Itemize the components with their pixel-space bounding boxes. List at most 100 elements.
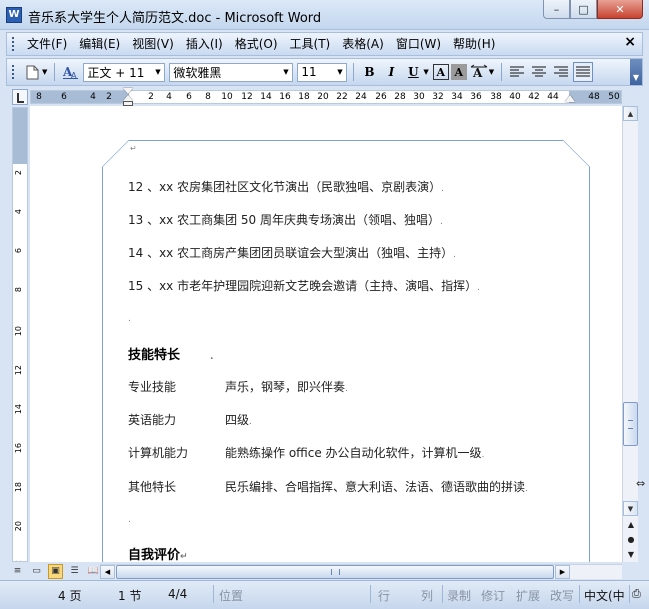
normal-view-icon[interactable]: ≡: [10, 564, 25, 579]
status-column: 列: [421, 589, 434, 603]
print-layout-icon[interactable]: ▣: [48, 563, 63, 579]
scaling-dropdown-arrow-icon[interactable]: ▼: [489, 68, 494, 76]
underline-button[interactable]: U: [403, 62, 423, 82]
ruler-tick-label: 6: [61, 92, 67, 102]
list-item-text: 14 、xx 农工商房产集团团员联谊会大型演出（独唱、主持）: [128, 246, 454, 260]
select-browse-object-icon[interactable]: ●: [625, 533, 637, 545]
horizontal-scroll-thumb[interactable]: [116, 565, 554, 579]
list-item-text: 13 、xx 农工商集团 50 周年庆典专场演出（领唱、独唱）: [128, 213, 441, 227]
paragraph-mark: .: [525, 484, 528, 494]
menu-insert[interactable]: 插入(I): [180, 33, 229, 55]
minimize-button[interactable]: –: [543, 0, 570, 19]
font-size-combo[interactable]: 11 ▼: [297, 62, 348, 82]
skill-row[interactable]: 计算机能力 能熟练操作 office 办公自动化软件，计算机一级.: [128, 444, 484, 461]
spelling-status-icon[interactable]: ⎙: [632, 587, 641, 601]
document-close-button[interactable]: ×: [624, 34, 636, 50]
status-language[interactable]: 中文(中: [584, 587, 625, 604]
new-dropdown-arrow-icon[interactable]: ▼: [42, 68, 47, 76]
empty-paragraph[interactable]: .: [128, 511, 131, 525]
next-page-icon[interactable]: ▼: [625, 548, 637, 560]
vertical-ruler[interactable]: 2 4 6 8 10 12 14 16 18 20 22: [12, 107, 28, 562]
status-section: 1 节: [118, 589, 142, 603]
chevron-down-icon[interactable]: ▼: [279, 64, 292, 81]
reading-layout-icon[interactable]: 📖: [86, 564, 101, 579]
italic-button[interactable]: I: [381, 62, 401, 82]
vertical-scrollbar[interactable]: ▲ ▼ ▲ ● ▼: [622, 106, 638, 562]
outline-view-icon[interactable]: ☰: [67, 564, 82, 579]
list-item[interactable]: 15 、xx 市老年护理园院迎新文艺晚会邀请（主持、演唱、指挥）.: [128, 277, 480, 294]
skills-heading[interactable]: 技能特长.: [128, 344, 213, 363]
menu-bar: 文件(F) 编辑(E) 视图(V) 插入(I) 格式(O) 工具(T) 表格(A…: [6, 32, 643, 56]
new-document-icon[interactable]: [22, 62, 42, 82]
status-page-count: 4/4: [168, 587, 188, 601]
right-indent-marker-icon[interactable]: [565, 95, 575, 102]
list-item[interactable]: 12 、xx 农房集团社区文化节演出（民歌独唱、京剧表演）.: [128, 178, 444, 195]
skill-row[interactable]: 专业技能 声乐，钢琴，即兴伴奏.: [128, 378, 348, 395]
ruler-tick-label: 8: [14, 287, 23, 293]
status-bar: 4 页 1 节 4/4 位置 行 列 录制 修订 扩展 改写 中文(中 ⎙: [0, 580, 649, 609]
previous-page-icon[interactable]: ▲: [625, 518, 637, 530]
toolbar-separator: [54, 63, 56, 81]
toolbar-options-icon[interactable]: ▼: [630, 59, 642, 85]
scroll-right-icon[interactable]: ▶: [555, 565, 570, 579]
styles-formatting-icon[interactable]: AA: [60, 62, 80, 82]
menu-edit[interactable]: 编辑(E): [73, 33, 126, 55]
status-record[interactable]: 录制: [447, 587, 471, 604]
skills-heading-text: 技能特长: [128, 348, 181, 363]
menu-file[interactable]: 文件(F): [21, 33, 73, 55]
empty-paragraph[interactable]: .: [128, 310, 131, 324]
word-doc-icon[interactable]: W: [6, 7, 22, 23]
status-track-changes[interactable]: 修订: [481, 587, 505, 604]
character-border-button[interactable]: A: [432, 64, 449, 80]
bold-button[interactable]: B: [359, 62, 379, 82]
document-canvas[interactable]: ↵ 12 、xx 农房集团社区文化节演出（民歌独唱、京剧表演）. 13 、xx …: [30, 106, 622, 562]
character-scaling-icon[interactable]: A: [469, 62, 489, 82]
horizontal-ruler[interactable]: 8 6 4 2 2 4 6 8 10 12 14 16 18 20 22 24 26 28 30 32 34 36 38 40…: [30, 90, 622, 104]
align-center-icon[interactable]: [529, 62, 549, 82]
crop-mark-top-right: [563, 140, 590, 167]
toolbar-grip-icon[interactable]: [11, 36, 15, 52]
list-item[interactable]: 13 、xx 农工商集团 50 周年庆典专场演出（领唱、独唱）.: [128, 211, 443, 228]
justify-icon[interactable]: [573, 62, 594, 82]
menu-table[interactable]: 表格(A): [336, 33, 390, 55]
status-extend[interactable]: 扩展: [516, 587, 540, 604]
chevron-down-icon[interactable]: ▼: [333, 64, 346, 81]
horizontal-scrollbar[interactable]: ◀ ▶: [100, 564, 622, 579]
ruler-tick-label: 40: [509, 92, 521, 102]
menu-help[interactable]: 帮助(H): [447, 33, 501, 55]
vertical-scroll-thumb[interactable]: [623, 402, 638, 446]
window-controls: – □ ✕: [543, 0, 643, 19]
menu-view[interactable]: 视图(V): [126, 33, 180, 55]
page-top-edge: [102, 140, 590, 141]
align-left-icon[interactable]: [507, 62, 527, 82]
menu-window[interactable]: 窗口(W): [390, 33, 447, 55]
skill-value: 声乐，钢琴，即兴伴奏: [225, 380, 346, 394]
list-item-text: 15 、xx 市老年护理园院迎新文艺晚会邀请（主持、演唱、指挥）: [128, 279, 478, 293]
font-combo[interactable]: 微软雅黑 ▼: [169, 62, 294, 82]
align-right-icon[interactable]: [551, 62, 571, 82]
status-overtype[interactable]: 改写: [550, 587, 574, 604]
skill-row[interactable]: 英语能力 四级.: [128, 411, 252, 428]
character-shading-button[interactable]: A: [450, 64, 467, 80]
ruler-tick-label: 6: [14, 248, 23, 254]
scroll-up-icon[interactable]: ▲: [623, 106, 638, 121]
indent-marker-icon[interactable]: [123, 88, 133, 106]
status-separator: [579, 585, 580, 603]
scroll-down-icon[interactable]: ▼: [623, 501, 638, 516]
ruler-tick-label: 8: [36, 92, 42, 102]
web-layout-icon[interactable]: ▭: [29, 564, 44, 579]
tab-selector-icon[interactable]: [12, 89, 28, 105]
self-evaluation-heading[interactable]: 自我评价↵: [128, 544, 188, 562]
style-combo[interactable]: 正文 + 11 ▼: [83, 62, 166, 82]
menu-format[interactable]: 格式(O): [229, 33, 284, 55]
chevron-down-icon[interactable]: ▼: [151, 64, 164, 81]
skill-row[interactable]: 其他特长 民乐编排、合唱指挥、意大利语、法语、德语歌曲的拼读.: [128, 478, 528, 495]
menu-tools[interactable]: 工具(T): [284, 33, 337, 55]
maximize-button[interactable]: □: [570, 0, 597, 19]
scroll-left-icon[interactable]: ◀: [100, 565, 115, 579]
close-button[interactable]: ✕: [597, 0, 643, 19]
toolbar-grip-icon[interactable]: [11, 64, 15, 80]
list-item[interactable]: 14 、xx 农工商房产集团团员联谊会大型演出（独唱、主持）.: [128, 244, 456, 261]
ruler-tick-label: 20: [317, 92, 329, 102]
underline-dropdown-arrow-icon[interactable]: ▼: [423, 68, 428, 76]
